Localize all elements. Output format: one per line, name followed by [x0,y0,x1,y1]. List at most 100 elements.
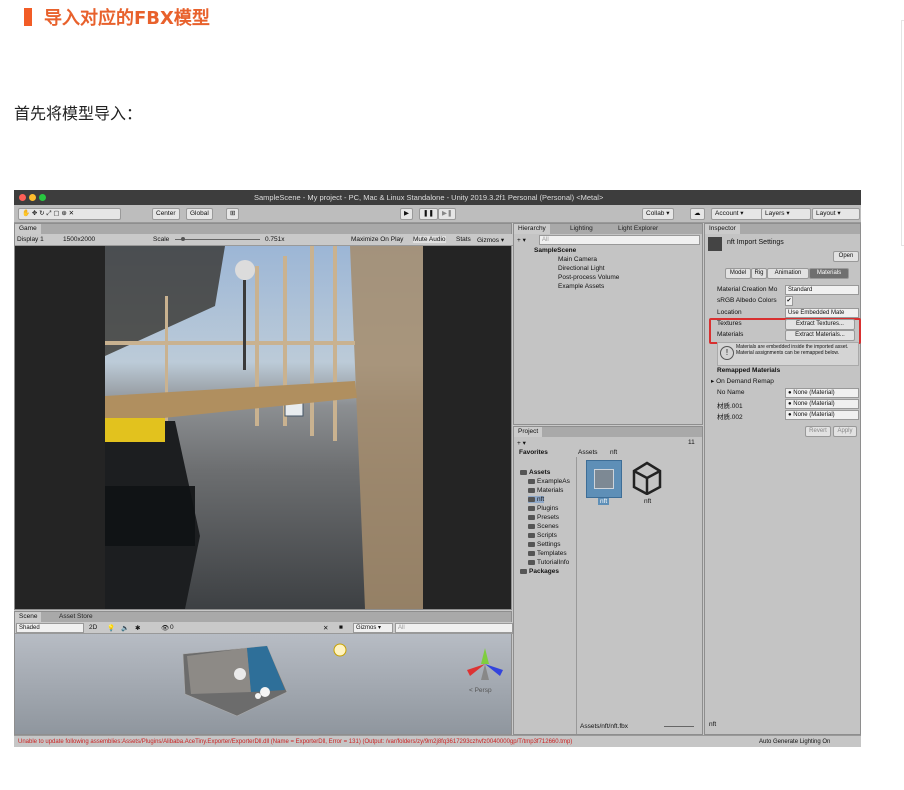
tree-item[interactable]: Plugins [528,505,558,512]
scale-value: 0.751x [265,236,285,243]
remap-field-002[interactable]: ● None (Material) [785,410,859,420]
asset-thumbnail-nft-model[interactable] [586,460,622,498]
display-dropdown[interactable]: Display 1 [17,236,44,243]
tab-game[interactable]: Game [15,224,41,234]
tab-light-explorer[interactable]: Light Explorer [614,224,663,234]
collab-button[interactable]: Collab ▾ [642,208,674,220]
project-panel: Project + ▾ 11 Favorites Assets nft Asse… [513,426,703,735]
cloud-icon[interactable]: ☁ [690,208,705,220]
tree-item[interactable]: Templates [528,550,567,557]
error-message[interactable]: Unable to update following assemblies:As… [18,736,708,747]
material-creation-dropdown[interactable]: Standard [785,285,859,295]
tab-animation[interactable]: Animation [767,268,809,279]
account-dropdown[interactable]: Account ▾ [711,208,765,220]
project-add-button[interactable]: + ▾ [517,439,526,447]
scene-search-input[interactable]: All [395,623,513,633]
extract-materials-button[interactable]: Extract Materials... [785,330,855,341]
intro-paragraph: 首先将模型导入： [14,104,143,123]
tools-icon[interactable]: ✕ [323,624,328,632]
tree-item[interactable]: Settings [528,541,561,548]
location-dropdown[interactable]: Use Embedded Mate [785,308,859,318]
tree-item[interactable]: Scripts [528,532,557,539]
hierarchy-add-button[interactable]: + ▾ [517,236,526,244]
effects-icon[interactable]: ✱ [135,624,140,632]
materials-label: Materials [717,331,744,338]
hierarchy-item[interactable]: Directional Light [558,265,605,272]
project-footer-path: Assets/nft/nft.fbx [580,723,629,730]
hidden-layers-icon[interactable]: 👁 [161,624,169,632]
open-button[interactable]: Open [833,251,859,262]
tree-item[interactable]: TutorialInfo [528,559,569,566]
tab-hierarchy[interactable]: Hierarchy [514,224,550,234]
tree-item-assets[interactable]: Assets [520,469,550,476]
game-controls: Display 1 1500x2000 Scale 0.751x Maximiz… [15,234,513,246]
tree-item-packages[interactable]: Packages [520,568,559,575]
hierarchy-item[interactable]: Main Camera [558,256,597,263]
2d-toggle[interactable]: 2D [89,624,97,631]
step-icon[interactable]: ▶❚ [438,208,457,220]
zoom-dot[interactable] [39,194,46,201]
revert-button[interactable]: Revert [805,426,831,437]
tree-item[interactable]: Materials [528,487,563,494]
asset-icon [708,237,722,251]
transform-tools[interactable]: ✋ ✥ ↻ ⤢ ▢ ⊕ ✕ [18,208,121,220]
unity-logo-icon[interactable] [632,461,662,496]
breadcrumb-assets[interactable]: Assets [578,449,598,456]
icon-size-slider[interactable] [664,726,694,727]
tab-inspector[interactable]: Inspector [705,224,740,234]
persp-label[interactable]: < Persp [469,687,492,694]
tab-lighting[interactable]: Lighting [566,224,597,234]
camera-icon[interactable]: ■ [339,624,343,631]
remap-field-001[interactable]: ● None (Material) [785,399,859,409]
asset-label-nft-prefab: nft [644,498,652,505]
extract-textures-button[interactable]: Extract Textures... [785,319,855,330]
tab-project[interactable]: Project [514,427,543,437]
snap-icon[interactable]: ⊞ [226,208,240,220]
game-render-view[interactable] [105,246,423,609]
pivot-center-button[interactable]: Center [152,208,180,220]
tree-item[interactable]: ExampleAs [528,478,570,485]
pivot-global-button[interactable]: Global [186,208,213,220]
textures-label: Textures [717,320,742,327]
layout-dropdown[interactable]: Layout ▾ [812,208,860,220]
heading-marker [24,8,32,26]
tree-item[interactable]: Scenes [528,523,559,530]
tab-materials[interactable]: Materials [809,268,849,279]
lighting-icon[interactable]: 💡 [107,624,115,632]
gizmos-dropdown[interactable]: Gizmos ▾ [477,236,504,244]
favorites-item[interactable]: Favorites [519,449,548,456]
scene-render-view[interactable]: < Persp [15,634,511,734]
remap-field-no-name[interactable]: ● None (Material) [785,388,859,398]
tree-item[interactable]: Presets [528,514,559,521]
scene-gizmos-dropdown[interactable]: Gizmos ▾ [353,623,393,633]
layers-dropdown[interactable]: Layers ▾ [761,208,811,220]
shading-dropdown[interactable]: Shaded [16,623,84,633]
stats-toggle[interactable]: Stats [456,236,471,243]
scene-root[interactable]: SampleScene [534,247,576,254]
info-text: Materials are embedded inside the import… [736,344,849,356]
mute-audio-toggle[interactable]: Mute Audio [413,236,446,243]
inspector-panel: Inspector nft Import Settings Open Model… [704,223,861,735]
tree-item-selected[interactable]: nft [528,496,545,503]
tab-asset-store[interactable]: Asset Store [55,612,97,622]
hierarchy-item[interactable]: Post-process Volume [558,274,619,281]
resolution-dropdown[interactable]: 1500x2000 [63,236,95,243]
srgb-checkbox[interactable]: ✔ [785,296,793,306]
minimize-dot[interactable] [29,194,36,201]
tab-scene[interactable]: Scene [15,612,42,622]
pause-icon[interactable]: ❚❚ [419,208,438,220]
audio-icon[interactable]: 🔈 [121,624,129,632]
on-demand-remap-foldout[interactable]: ▸ On Demand Remap [711,377,774,385]
breadcrumb-nft[interactable]: nft [610,449,617,456]
tab-model[interactable]: Model [725,268,751,279]
apply-button[interactable]: Apply [833,426,857,437]
scale-slider[interactable] [175,239,260,240]
hierarchy-search-input[interactable]: All [539,235,700,245]
inspector-title: nft Import Settings [727,239,784,246]
hierarchy-item[interactable]: Example Assets [558,283,604,290]
scale-slider-thumb[interactable] [181,237,185,241]
close-dot[interactable] [19,194,26,201]
tab-rig[interactable]: Rig [751,268,767,279]
play-icon[interactable]: ▶ [400,208,413,220]
maximize-on-play-toggle[interactable]: Maximize On Play [351,236,403,243]
